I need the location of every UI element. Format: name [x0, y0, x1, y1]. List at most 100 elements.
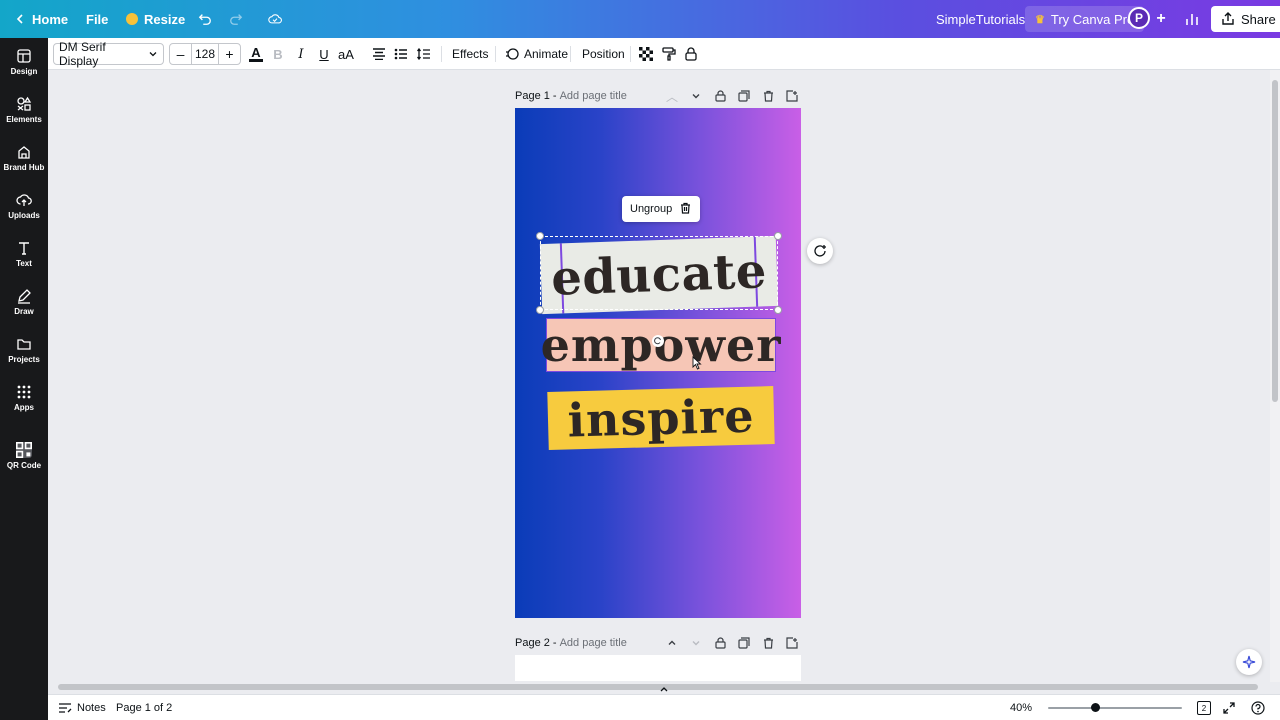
redo-button[interactable] [223, 6, 249, 32]
toolbar-divider [570, 46, 571, 62]
text-color-button[interactable]: A [245, 43, 267, 65]
shapes-icon [17, 96, 32, 111]
rail-label: Projects [8, 355, 40, 364]
add-page-button[interactable] [780, 633, 804, 653]
zoom-slider-track[interactable] [1048, 707, 1182, 709]
team-name-label: SimpleTutorials [936, 11, 1026, 27]
delete-page-button[interactable] [756, 86, 780, 106]
spacing-button[interactable] [413, 43, 435, 65]
help-button[interactable] [1251, 699, 1265, 717]
grid-dots-icon [17, 385, 31, 399]
lock-button[interactable] [680, 43, 702, 65]
lock-page-button[interactable] [708, 633, 732, 653]
font-family-select[interactable]: DM Serif Display [53, 40, 164, 68]
duplicate-page-button[interactable] [732, 633, 756, 653]
bold-button[interactable]: B [267, 43, 289, 65]
page-grid-button[interactable]: 2 [1197, 699, 1211, 717]
bar-chart-icon [1186, 14, 1198, 25]
page-2-canvas[interactable] [515, 655, 801, 681]
share-button[interactable]: Share [1211, 6, 1280, 32]
ungroup-popover: Ungroup [622, 196, 700, 222]
notes-button[interactable]: Notes [58, 699, 106, 717]
add-member-button[interactable]: + [1148, 6, 1174, 32]
brand-icon [18, 146, 30, 159]
insights-button[interactable] [1179, 6, 1205, 32]
scrollbar-thumb[interactable] [1272, 80, 1278, 402]
page-down-button[interactable] [684, 86, 708, 106]
avatar[interactable]: P [1128, 7, 1150, 29]
resize-handle-bottom-left[interactable] [536, 306, 544, 314]
add-page-button[interactable] [780, 86, 804, 106]
resize-handle-top-right[interactable] [774, 232, 782, 240]
try-canva-pro-button[interactable]: ♛ Try Canva Pro [1025, 6, 1145, 32]
text-case-button[interactable]: aA [335, 43, 357, 65]
font-size-input[interactable]: 128 [191, 44, 219, 64]
checkerboard-icon [639, 47, 653, 61]
animate-icon [506, 48, 519, 60]
undo-button[interactable] [192, 6, 218, 32]
rail-item-draw[interactable]: Draw [0, 280, 48, 324]
rail-item-design[interactable]: Design [0, 40, 48, 84]
file-menu-button[interactable]: File [80, 6, 114, 32]
rail-item-elements[interactable]: Elements [0, 88, 48, 132]
page-down-button[interactable] [684, 633, 708, 653]
rail-item-uploads[interactable]: Uploads [0, 184, 48, 228]
animate-button[interactable]: Animate [505, 43, 568, 65]
duplicate-page-button[interactable] [732, 86, 756, 106]
layout-icon [17, 49, 31, 63]
resize-handle-bottom-right[interactable] [774, 306, 782, 314]
page-up-button[interactable]: ︿ [660, 86, 684, 106]
page-1-title-input[interactable]: Add page title [560, 90, 627, 102]
page-up-button[interactable] [660, 633, 684, 653]
rail-item-projects[interactable]: Projects [0, 328, 48, 372]
list-button[interactable] [390, 43, 412, 65]
fullscreen-button[interactable] [1223, 699, 1235, 717]
page-count: 2 [1201, 703, 1207, 713]
delete-page-button[interactable] [756, 633, 780, 653]
page-2-title-input[interactable]: Add page title [560, 637, 627, 649]
inspire-text[interactable]: inspire [567, 389, 755, 448]
style-paint-button[interactable] [658, 43, 680, 65]
show-pages-toggle[interactable] [651, 684, 677, 694]
position-button[interactable]: Position [582, 43, 625, 65]
page-indicator[interactable]: Page 1 of 2 [116, 699, 172, 717]
rail-item-apps[interactable]: Apps [0, 376, 48, 420]
sparkle-icon [1242, 655, 1256, 669]
rotate-handle[interactable] [652, 335, 664, 347]
magic-assistant-button[interactable] [1236, 649, 1262, 675]
paint-roller-icon [662, 47, 676, 61]
cloud-save-button[interactable] [262, 6, 288, 32]
italic-button[interactable]: I [290, 43, 312, 65]
ungroup-button[interactable]: Ungroup [630, 203, 672, 215]
font-name: DM Serif Display [59, 40, 106, 68]
crown-icon: ♛ [1035, 13, 1045, 26]
effects-button[interactable]: Effects [452, 43, 488, 65]
team-name[interactable]: SimpleTutorials [930, 6, 1031, 32]
inspire-text-box[interactable]: inspire [547, 386, 775, 450]
zoom-slider-handle[interactable] [1091, 703, 1100, 712]
home-button[interactable]: Home [8, 6, 74, 32]
rail-item-brand-hub[interactable]: Brand Hub [0, 136, 48, 180]
trash-icon [763, 90, 773, 102]
chevron-left-icon [16, 14, 23, 24]
comment-button[interactable] [807, 238, 833, 264]
zoom-value[interactable]: 40% [1010, 699, 1032, 717]
delete-element-button[interactable] [680, 202, 691, 217]
chevron-down-icon [692, 94, 700, 99]
align-button[interactable] [368, 43, 390, 65]
chevron-down-icon [692, 641, 700, 646]
lock-icon [714, 90, 726, 102]
rail-item-text[interactable]: Text [0, 232, 48, 276]
decrease-font-size-button[interactable]: – [170, 44, 191, 64]
resize-handle-top-left[interactable] [536, 232, 544, 240]
underline-button[interactable]: U [313, 43, 335, 65]
increase-font-size-button[interactable]: + [219, 44, 240, 64]
qr-code-icon [16, 442, 32, 458]
rail-item-qr-code[interactable]: QR Code [0, 434, 48, 478]
resize-button[interactable]: Resize [120, 6, 191, 32]
vertical-scrollbar[interactable] [1270, 70, 1280, 682]
editor-toolbar: DM Serif Display – 128 + A B I U aA Effe… [48, 38, 1280, 70]
page-indicator-label: Page 1 of 2 [116, 702, 173, 714]
lock-page-button[interactable] [708, 86, 732, 106]
transparency-button[interactable] [635, 43, 657, 65]
